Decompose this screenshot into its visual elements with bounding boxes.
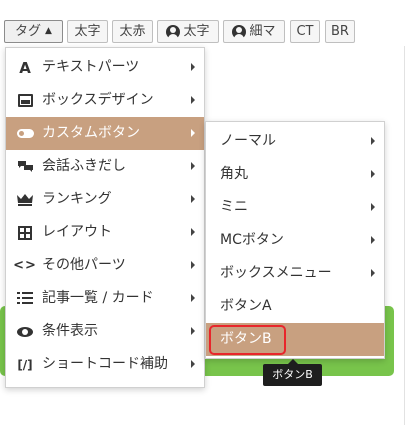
menu-item-other-parts[interactable]: <> その他パーツ (6, 249, 204, 282)
custom-button-submenu: ノーマル 角丸 ミニ MCボタン ボックスメニュー ボタンA ボタンB (205, 121, 385, 359)
chevron-right-icon (191, 96, 195, 104)
chat-bubble-icon (16, 158, 34, 175)
menu-item-layout[interactable]: レイアウト (6, 216, 204, 249)
tooltip-text: ボタンB (272, 368, 313, 381)
menu-item-shortcode-helper[interactable]: [/] ショートコード補助 (6, 348, 204, 381)
menu-item-label: 記事一覧 / カード (42, 290, 154, 306)
chevron-right-icon (371, 269, 375, 277)
br-label: BR (331, 24, 349, 39)
user-thin-label: 細マ (249, 24, 276, 39)
menu-item-label: 条件表示 (42, 323, 98, 339)
caret-up-icon: ▲ (45, 26, 52, 36)
text-a-icon: A (19, 58, 31, 77)
grid-icon (16, 224, 34, 241)
submenu-item-label: ボタンA (220, 298, 272, 314)
list-icon (16, 290, 34, 307)
submenu-item-label: ボックスメニュー (220, 265, 332, 281)
chevron-right-icon (371, 170, 375, 178)
menu-item-article-list[interactable]: 記事一覧 / カード (6, 282, 204, 315)
user-icon (166, 24, 181, 40)
chevron-right-icon (191, 129, 195, 137)
user-bold-button[interactable]: 太字 (157, 20, 219, 43)
crown-icon (16, 191, 34, 208)
menu-item-label: テキストパーツ (42, 59, 140, 75)
chevron-right-icon (191, 63, 195, 71)
menu-item-speech-bubble[interactable]: 会話ふきだし (6, 150, 204, 183)
box-icon (16, 92, 34, 109)
menu-item-label: カスタムボタン (42, 125, 140, 141)
menu-item-label: レイアウト (42, 224, 112, 240)
ct-label: CT (296, 24, 314, 39)
menu-item-label: ボックスデザイン (42, 92, 154, 108)
submenu-item-normal[interactable]: ノーマル (206, 125, 384, 158)
chevron-right-icon (191, 195, 195, 203)
submenu-item-rounded[interactable]: 角丸 (206, 158, 384, 191)
submenu-item-button-a[interactable]: ボタンA (206, 290, 384, 323)
tag-menu: A テキストパーツ ボックスデザイン カスタムボタン 会話ふきだし ランキング … (5, 47, 205, 388)
tag-label: タグ (15, 24, 42, 39)
chevron-right-icon (371, 236, 375, 244)
tag-dropdown-button[interactable]: タグ ▲ (4, 20, 63, 43)
submenu-item-mini[interactable]: ミニ (206, 191, 384, 224)
chevron-right-icon (371, 203, 375, 211)
red-bold-label: 太赤 (119, 24, 146, 39)
submenu-item-button-b[interactable]: ボタンB (206, 323, 384, 356)
menu-item-text-parts[interactable]: A テキストパーツ (6, 51, 204, 84)
eye-icon (16, 323, 34, 340)
chevron-right-icon (191, 261, 195, 269)
menu-item-label: ランキング (42, 191, 112, 207)
submenu-item-label: 角丸 (220, 166, 248, 182)
submenu-item-label: ノーマル (220, 133, 276, 149)
code-icon: <> (13, 258, 37, 273)
menu-item-label: 会話ふきだし (42, 158, 126, 174)
chevron-right-icon (191, 228, 195, 236)
submenu-item-label: ボタンB (220, 331, 272, 347)
bold-button[interactable]: 太字 (67, 20, 108, 43)
menu-item-conditional-display[interactable]: 条件表示 (6, 315, 204, 348)
submenu-item-label: MCボタン (220, 232, 284, 248)
user-thin-button[interactable]: 細マ (223, 20, 285, 43)
shortcode-icon: [/] (17, 357, 33, 372)
menu-item-label: ショートコード補助 (42, 356, 168, 372)
bold-label: 太字 (74, 24, 101, 39)
menu-item-box-design[interactable]: ボックスデザイン (6, 84, 204, 117)
submenu-item-box-menu[interactable]: ボックスメニュー (206, 257, 384, 290)
editor-toolbar: タグ ▲ 太字 太赤 太字 細マ CT BR (0, 0, 415, 46)
br-button[interactable]: BR (325, 20, 355, 43)
tooltip: ボタンB (263, 359, 322, 386)
user-bold-label: 太字 (183, 24, 210, 39)
ct-button[interactable]: CT (290, 20, 320, 43)
chevron-right-icon (191, 162, 195, 170)
chevron-right-icon (191, 294, 195, 302)
chevron-right-icon (191, 327, 195, 335)
submenu-item-label: ミニ (220, 199, 248, 215)
user-icon (232, 24, 247, 40)
toggle-icon (16, 125, 34, 142)
chevron-right-icon (191, 360, 195, 368)
editor-divider (404, 46, 405, 425)
menu-item-ranking[interactable]: ランキング (6, 183, 204, 216)
menu-item-label: その他パーツ (42, 257, 126, 273)
menu-item-custom-button[interactable]: カスタムボタン (6, 117, 204, 150)
red-bold-button[interactable]: 太赤 (112, 20, 153, 43)
chevron-right-icon (371, 137, 375, 145)
submenu-item-mc-button[interactable]: MCボタン (206, 224, 384, 257)
